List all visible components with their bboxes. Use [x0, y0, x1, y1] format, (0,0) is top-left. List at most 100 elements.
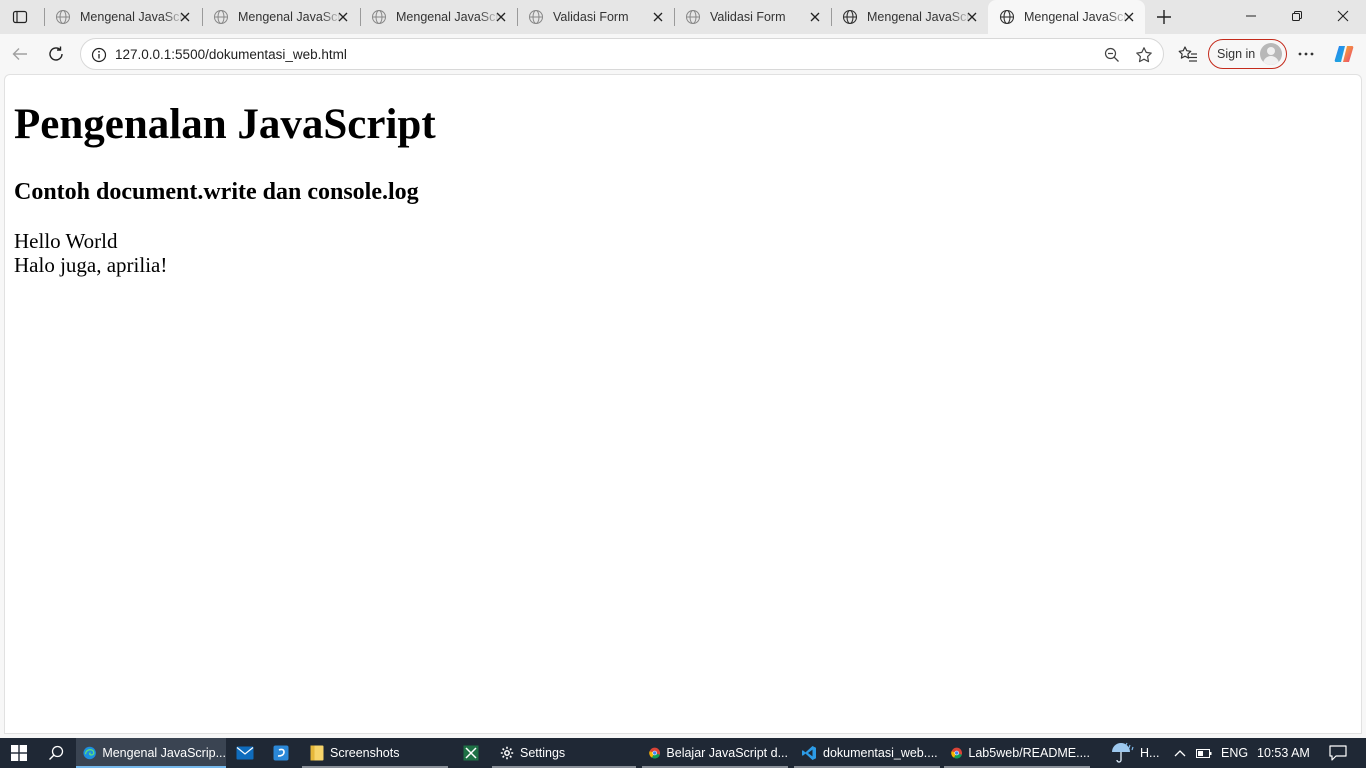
close-icon[interactable]	[493, 9, 509, 25]
globe-icon	[684, 9, 701, 26]
mail-icon	[236, 746, 254, 760]
more-menu-button[interactable]	[1290, 38, 1322, 70]
tray-overflow-button[interactable]	[1170, 738, 1190, 768]
favorite-star-icon[interactable]	[1133, 44, 1155, 66]
restore-button[interactable]	[1274, 0, 1320, 32]
taskbar-item-label: Screenshots	[330, 746, 400, 760]
sign-in-button[interactable]: Sign in	[1208, 39, 1287, 69]
folder-icon	[310, 745, 324, 761]
tab-1[interactable]: Mengenal JavaScript	[44, 0, 201, 34]
tab-2[interactable]: Mengenal JavaScript	[202, 0, 359, 34]
close-icon[interactable]	[335, 9, 351, 25]
taskbar-item-label: Settings	[520, 746, 566, 760]
search-icon	[49, 745, 64, 760]
language-indicator[interactable]: ENG	[1221, 746, 1248, 760]
tab-title: Mengenal JavaScript	[867, 10, 971, 24]
taskbar-item-chrome-2[interactable]: Lab5web/README....	[944, 738, 1090, 768]
notification-icon	[1329, 745, 1347, 761]
taskbar-item-edge[interactable]: Mengenal JavaScrip...	[76, 738, 226, 768]
page-subheading: Contoh document.write dan console.log	[14, 179, 419, 205]
start-button[interactable]	[0, 738, 38, 768]
tab-7-active[interactable]: Mengenal JavaScript	[988, 0, 1145, 34]
globe-icon	[998, 9, 1015, 26]
close-icon[interactable]	[1121, 9, 1137, 25]
new-tab-button[interactable]	[1150, 3, 1178, 31]
globe-icon	[212, 9, 229, 26]
tab-title: Mengenal JavaScript	[80, 10, 184, 24]
vscode-icon	[802, 746, 816, 760]
taskbar: Mengenal JavaScrip... Screenshots Settin…	[0, 738, 1366, 768]
taskbar-item-settings[interactable]: Settings	[492, 738, 636, 768]
notifications-button[interactable]	[1320, 738, 1356, 768]
avatar-icon	[1260, 43, 1282, 65]
tab-3[interactable]: Mengenal JavaScript	[360, 0, 517, 34]
favorites-icon	[1178, 46, 1197, 62]
favorites-button[interactable]	[1172, 38, 1204, 70]
taskbar-item-vscode[interactable]: dokumentasi_web....	[794, 738, 940, 768]
page-heading: Pengenalan JavaScript	[14, 101, 436, 148]
refresh-button[interactable]	[40, 38, 72, 70]
output-line-1: Hello World	[14, 229, 118, 253]
taskbar-item-label: Belajar JavaScript d...	[666, 746, 788, 760]
app-icon	[273, 745, 289, 761]
zoom-out-icon[interactable]	[1101, 44, 1123, 66]
taskbar-item-label: Mengenal JavaScrip...	[102, 746, 226, 760]
windows-icon	[11, 745, 27, 761]
globe-icon	[527, 9, 544, 26]
weather-label: H...	[1140, 746, 1160, 760]
url-text[interactable]: 127.0.0.1:5500/dokumentasi_web.html	[115, 47, 347, 62]
minimize-button[interactable]	[1228, 0, 1274, 32]
taskbar-item-chrome-1[interactable]: Belajar JavaScript d...	[642, 738, 788, 768]
chevron-up-icon	[1174, 750, 1186, 757]
battery-icon	[1196, 748, 1212, 758]
close-icon[interactable]	[807, 9, 823, 25]
close-icon[interactable]	[650, 9, 666, 25]
close-window-button[interactable]	[1320, 0, 1366, 32]
tab-5[interactable]: Validasi Form	[674, 0, 831, 34]
tab-actions-button[interactable]	[4, 2, 36, 32]
taskbar-item-app[interactable]	[264, 738, 298, 768]
battery-indicator[interactable]	[1194, 738, 1214, 768]
tab-4[interactable]: Validasi Form	[517, 0, 674, 34]
page-viewport: Pengenalan JavaScript Contoh document.wr…	[4, 74, 1362, 734]
globe-icon	[370, 9, 387, 26]
umbrella-rain-icon	[1112, 742, 1134, 763]
edge-icon	[83, 746, 96, 760]
globe-icon	[54, 9, 71, 26]
globe-icon	[841, 9, 858, 26]
taskbar-item-spreadsheet[interactable]	[454, 738, 488, 768]
back-button[interactable]	[4, 38, 36, 70]
taskbar-item-label: Lab5web/README....	[968, 746, 1090, 760]
gear-icon	[500, 746, 514, 760]
spreadsheet-icon	[463, 745, 479, 761]
tab-title: Mengenal JavaScript	[1024, 10, 1128, 24]
sign-in-label: Sign in	[1217, 47, 1256, 61]
tab-6[interactable]: Mengenal JavaScript	[831, 0, 988, 34]
tab-title: Mengenal JavaScript	[238, 10, 342, 24]
address-bar[interactable]: 127.0.0.1:5500/dokumentasi_web.html	[80, 38, 1164, 70]
search-button[interactable]	[38, 738, 74, 768]
chrome-icon	[649, 747, 661, 759]
tab-title: Mengenal JavaScript	[396, 10, 500, 24]
copilot-button[interactable]	[1328, 38, 1360, 70]
weather-widget[interactable]: H...	[1108, 738, 1166, 768]
taskbar-item-label: dokumentasi_web....	[823, 746, 938, 760]
taskbar-item-screenshots[interactable]: Screenshots	[302, 738, 448, 768]
web-page: Pengenalan JavaScript Contoh document.wr…	[5, 100, 1361, 277]
refresh-icon	[49, 46, 63, 61]
back-arrow-icon	[12, 48, 27, 60]
more-dots-icon	[1298, 52, 1314, 56]
close-icon[interactable]	[964, 9, 980, 25]
tab-actions-icon	[12, 10, 28, 24]
tab-title: Validasi Form	[710, 10, 786, 24]
copilot-icon	[1334, 46, 1354, 62]
clock[interactable]: 10:53 AM	[1257, 746, 1310, 760]
close-icon[interactable]	[177, 9, 193, 25]
restore-icon	[1292, 11, 1302, 21]
tab-strip: Mengenal JavaScript Mengenal JavaScript …	[0, 0, 1366, 34]
minimize-icon	[1246, 15, 1256, 17]
taskbar-item-mail[interactable]	[228, 738, 262, 768]
plus-icon	[1157, 10, 1171, 24]
info-icon[interactable]	[89, 45, 109, 65]
chrome-icon	[951, 747, 963, 759]
